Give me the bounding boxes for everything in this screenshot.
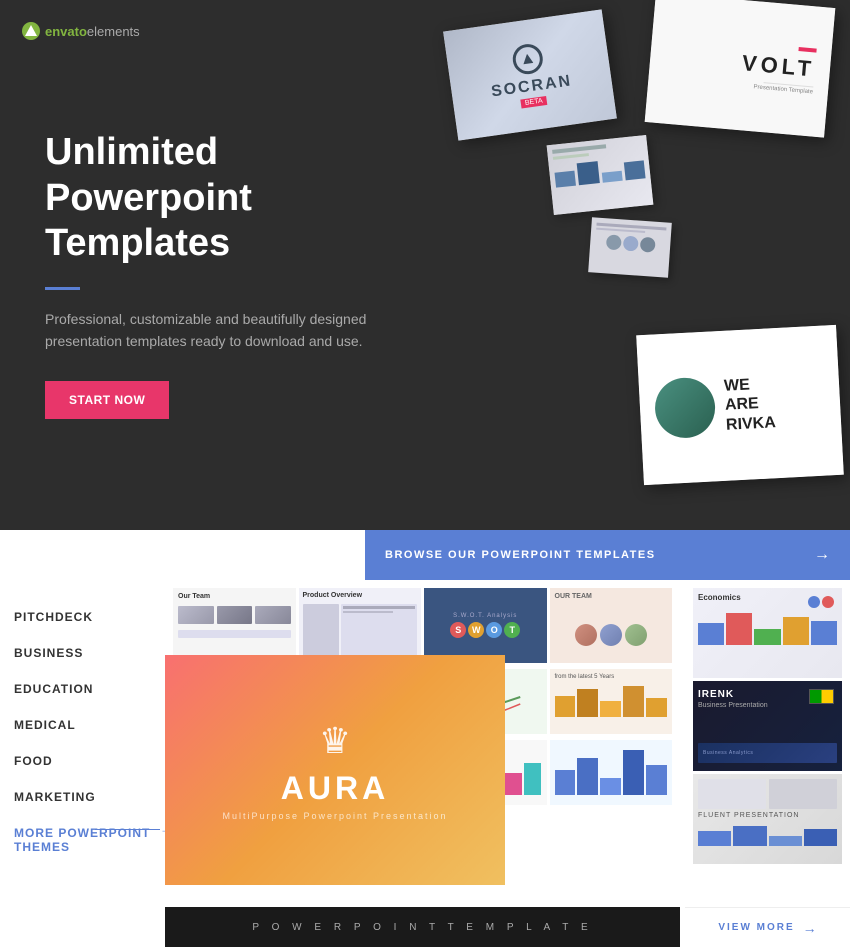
bottom-powerpoint-bar: P O W E R P O I N T T E M P L A T E — [165, 907, 680, 947]
view-more-bar[interactable]: VIEW MORE → — [685, 907, 850, 947]
small-mockup-2 — [588, 217, 672, 277]
irenk-map-bar: Business Analytics — [698, 743, 837, 763]
fluent-chart — [698, 821, 837, 846]
logo-text: envatoelements — [45, 24, 140, 39]
bottom-bar-text: P O W E R P O I N T T E M P L A T E — [252, 922, 592, 933]
hero-content: Unlimited Powerpoint Templates Professio… — [45, 130, 425, 419]
aura-subtitle: MultiPurpose Powerpoint Presentation — [222, 811, 447, 821]
nav-arrow-line: → — [95, 822, 172, 836]
economics-icons — [808, 596, 834, 608]
preview-extra[interactable] — [550, 740, 673, 805]
rivka-circle — [654, 376, 717, 439]
view-more-text: VIEW MORE — [718, 922, 794, 933]
irenk-flag-icon — [809, 689, 834, 704]
browse-banner: BROWSE OUR POWERPOINT TEMPLATES → — [365, 530, 850, 580]
preview-ourteam[interactable]: Our Team — [173, 588, 296, 663]
nav-marketing[interactable]: MARKETING — [14, 790, 165, 804]
browse-banner-arrow: → — [814, 546, 830, 564]
view-more-arrow-icon: → — [803, 920, 817, 936]
start-now-button[interactable]: START NOW — [45, 381, 169, 419]
socran-label: BETA — [520, 95, 547, 107]
nav-business[interactable]: BUSINESS — [14, 646, 165, 660]
small-mockup-1 — [547, 135, 654, 215]
hero-section: envatoelements Unlimited Powerpoint Temp… — [0, 0, 850, 530]
nav-medical[interactable]: MEDICAL — [14, 718, 165, 732]
envato-icon — [22, 22, 40, 40]
rivka-text: WEARERIVKA — [724, 374, 777, 434]
nav-pitchdeck[interactable]: PITCHDECK — [14, 610, 165, 624]
preview-ourteam2[interactable]: OUR TEAM — [550, 588, 673, 663]
nav-food[interactable]: FOOD — [14, 754, 165, 768]
preview-barchart2[interactable]: from the latest 5 Years — [550, 669, 673, 734]
logo: envatoelements — [22, 22, 140, 40]
right-thumbnails: Economics IRENK Business Presentation — [685, 580, 850, 872]
rivka-mockup: WEARERIVKA — [636, 325, 844, 485]
thumb-fluent[interactable]: FLUENT PRESENTATION — [693, 774, 842, 864]
fluent-header — [698, 779, 837, 809]
small-previews-row: Our Team Product Overview — [165, 580, 680, 666]
preview-product[interactable]: Product Overview — [299, 588, 422, 663]
volt-text: VOLT — [741, 50, 816, 82]
hero-divider — [45, 287, 80, 290]
nav-education[interactable]: EDUCATION — [14, 682, 165, 696]
sidebar-nav: PITCHDECK BUSINESS EDUCATION MEDICAL FOO… — [0, 580, 165, 876]
hero-subtitle: Professional, customizable and beautiful… — [45, 308, 375, 353]
economics-chart — [698, 605, 837, 645]
thumb-economics[interactable]: Economics — [693, 588, 842, 678]
socran-mockup: SOCRAN BETA — [443, 9, 617, 140]
fluent-title: FLUENT PRESENTATION — [698, 812, 837, 819]
volt-mockup: VOLT Presentation Template — [645, 0, 836, 138]
aura-card[interactable]: ♛ AURA MultiPurpose Powerpoint Presentat… — [165, 655, 505, 885]
browse-section: BROWSE OUR POWERPOINT TEMPLATES → PITCHD… — [0, 530, 850, 947]
aura-title: AURA — [281, 770, 389, 807]
hero-title: Unlimited Powerpoint Templates — [45, 130, 425, 267]
hero-mockups: SOCRAN BETA VOLT Presentation Template — [390, 0, 850, 530]
thumb-irenk[interactable]: IRENK Business Presentation Business Ana… — [693, 681, 842, 771]
browse-banner-text: BROWSE OUR POWERPOINT TEMPLATES — [385, 549, 656, 561]
aura-crown-icon: ♛ — [319, 720, 351, 762]
preview-swot[interactable]: S.W.O.T. Analysis S W O T — [424, 588, 547, 663]
